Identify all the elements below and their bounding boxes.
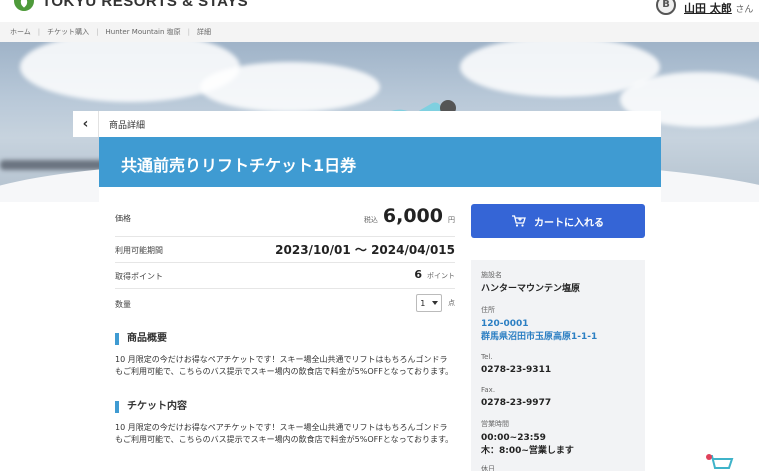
- quantity-selected: 1: [420, 298, 426, 308]
- points-unit: ポイント: [427, 272, 455, 280]
- currency-label: 円: [448, 216, 455, 224]
- facility-info-panel: 施設名 ハンターマウンテン塩原 住所 120-0001 群馬県沼田市玉原高原1-…: [471, 260, 645, 471]
- ticket-content-text: 10 月限定の今だけお得なペアチケットです！スキー場全山共通でリフトはもちろんゴ…: [115, 423, 454, 444]
- price-amount: 6,000: [382, 205, 443, 227]
- product-content: 価格 税込 6,000 円 利用可能期間 2023/10/01 ～ 2024/0…: [99, 187, 661, 471]
- quantity-select[interactable]: 1: [416, 294, 442, 312]
- price-value: 税込 6,000 円: [364, 205, 455, 227]
- price-row: 価格 税込 6,000 円: [115, 203, 455, 237]
- user-avatar[interactable]: B: [656, 0, 676, 15]
- quantity-row: 数量 1 点: [115, 289, 455, 317]
- back-button[interactable]: ‹: [73, 111, 99, 137]
- chevron-left-icon: ‹: [82, 116, 89, 132]
- breadcrumb-current: 詳細: [197, 28, 212, 36]
- product-card-header: ‹ 商品詳細: [73, 111, 661, 137]
- points-value: 6 ポイント: [414, 268, 455, 281]
- price-label: 価格: [115, 214, 131, 223]
- address-label: 住所: [481, 306, 495, 314]
- tel-label: Tel.: [481, 353, 493, 361]
- period-row: 利用可能期間 2023/10/01 ～ 2024/04/015: [115, 237, 455, 263]
- user-name-suffix: さん: [735, 5, 754, 15]
- address-link[interactable]: 群馬県沼田市玉原高原1-1-1: [481, 331, 635, 344]
- cart-icon: [512, 215, 526, 227]
- brand-name[interactable]: TOKYU RESORTS & STAYS: [42, 0, 248, 10]
- overview-section-title: 商品概要: [115, 333, 167, 345]
- breadcrumb-separator: |: [187, 28, 191, 36]
- product-title: 共通前売りリフトチケット1日券: [121, 156, 357, 175]
- breadcrumb-resort[interactable]: Hunter Mountain 塩原: [106, 27, 181, 37]
- breadcrumb-separator: |: [37, 28, 41, 36]
- breadcrumb-separator: |: [96, 28, 99, 36]
- card-header-label: 商品詳細: [109, 121, 146, 131]
- fax-label: Fax.: [481, 386, 496, 394]
- holiday-label: 休日: [481, 465, 495, 471]
- user-name[interactable]: 山田 太郎: [684, 2, 732, 15]
- points-label: 取得ポイント: [115, 272, 163, 281]
- hours-value: 00:00~23:59: [481, 433, 546, 443]
- tel-value: 0278-23-9311: [481, 365, 552, 375]
- breadcrumb-ticket-purchase[interactable]: チケット購入: [47, 27, 89, 37]
- product-title-bar: 共通前売りリフトチケット1日券: [99, 137, 661, 187]
- period-value: 2023/10/01 ～ 2024/04/015: [275, 243, 455, 257]
- add-to-cart-label: カートに入れる: [534, 217, 604, 229]
- facility-name-label: 施設名: [481, 271, 502, 279]
- tax-included-label: 税込: [363, 216, 378, 224]
- ticket-content-section-title: チケット内容: [115, 401, 187, 413]
- floating-cart-icon[interactable]: [705, 452, 735, 471]
- points-row: 取得ポイント 6 ポイント: [115, 263, 455, 289]
- breadcrumb-home[interactable]: ホーム: [10, 27, 31, 37]
- chevron-down-icon: [431, 301, 438, 305]
- hero-cloud: [200, 62, 380, 112]
- facility-name: ハンターマウンテン塩原: [481, 284, 581, 294]
- quantity-unit: 点: [448, 299, 455, 307]
- points-number: 6: [414, 268, 422, 281]
- hours-note: 木：8:00~営業します: [481, 446, 574, 456]
- fax-value: 0278-23-9977: [481, 398, 552, 408]
- postal-code-link[interactable]: 120-0001: [481, 318, 635, 331]
- add-to-cart-button[interactable]: カートに入れる: [471, 204, 645, 238]
- quantity-value: 1 点: [416, 294, 455, 312]
- user-menu[interactable]: 山田 太郎 さん: [684, 0, 753, 16]
- hours-label: 営業時間: [481, 420, 509, 428]
- site-header: TOKYU RESORTS & STAYS B 山田 太郎 さん: [0, 0, 759, 22]
- overview-text: 10 月限定の今だけお得なペアチケットです！スキー場全山共通でリフトはもちろんゴ…: [115, 355, 454, 376]
- breadcrumb: ホーム | チケット購入 | Hunter Mountain 塩原 | 詳細: [0, 22, 759, 42]
- period-label: 利用可能期間: [115, 246, 163, 255]
- quantity-label: 数量: [115, 300, 131, 309]
- brand-logo-icon[interactable]: [14, 0, 34, 11]
